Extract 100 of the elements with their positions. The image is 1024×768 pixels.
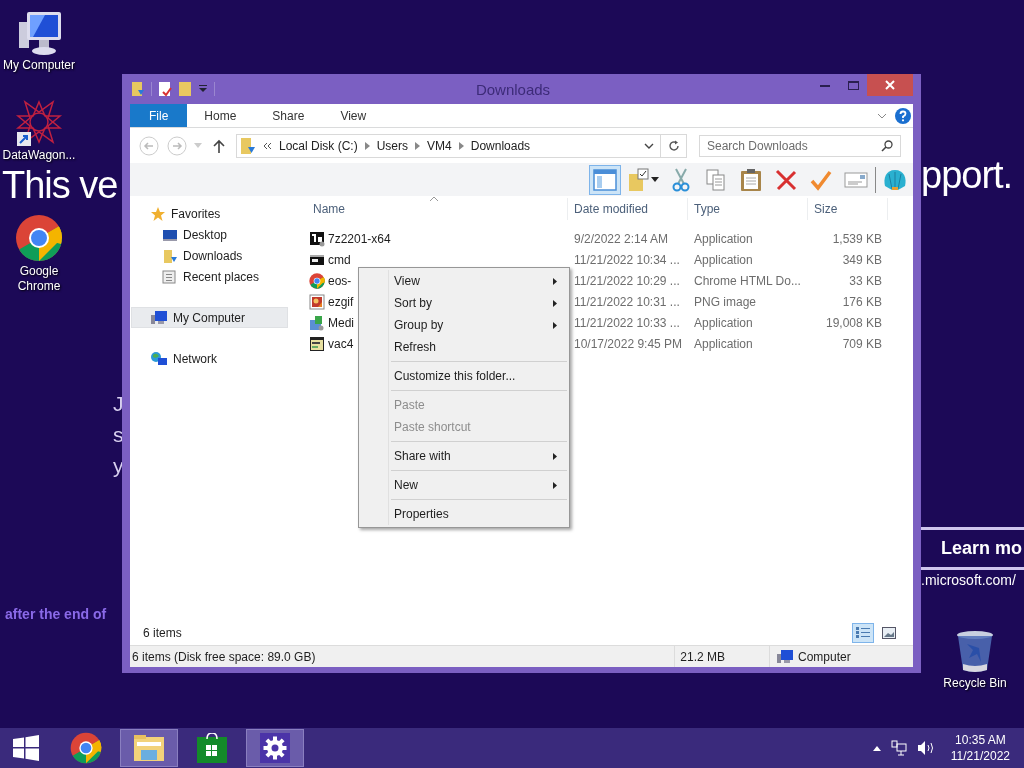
taskbar-button[interactable] [120,729,178,767]
file-name[interactable]: 7z2201-x64 [328,231,391,246]
computer-icon [150,309,168,326]
show-hidden-icons-icon[interactable] [872,745,881,751]
breadcrumb-arrow-icon[interactable] [458,141,464,150]
menu-item[interactable]: Customize this folder... [361,365,567,387]
window-title: Downloads [475,80,551,98]
column-header[interactable]: Name [307,198,568,220]
table-cell-text: 10/17/2022 9:45 PM [573,336,684,351]
chrome-icon [70,732,102,764]
ribbon-tab[interactable]: Home [189,104,252,127]
network-icon[interactable] [890,740,907,756]
close-icon [885,80,895,90]
breadcrumb[interactable]: Users [376,138,409,153]
column-header[interactable]: Date modified [568,198,688,220]
menu-item[interactable]: View [361,270,567,292]
network-icon [150,350,168,367]
windows-logo-icon [13,735,39,761]
preview-pane-icon [593,168,617,191]
wallpaper-headline: pport. [921,154,1013,196]
folder-icon [178,81,192,97]
help-icon[interactable] [895,107,911,124]
ribbon-tab[interactable]: View [325,104,382,127]
address-bar[interactable]: Local Disk (C:) Users VM4 Downloads [236,133,661,158]
properties-icon [158,81,172,97]
table-cell-text: 1,539 KB [831,231,883,246]
sort-caret-icon [430,196,438,201]
up-arrow-icon [213,138,225,153]
minimize-icon [820,83,830,87]
menu-item[interactable]: Sort by [361,292,567,314]
desktop-shortcut[interactable]: Google Chrome [0,214,79,294]
maximize-icon [847,80,859,90]
download-folder-icon [162,247,178,264]
column-header[interactable]: Size [808,198,888,220]
desktop-shortcut[interactable]: DataWagon... [0,100,79,163]
nav-item[interactable]: Network [131,348,288,369]
caret-down-icon [651,177,659,182]
table-cell-text: 349 KB [841,252,883,267]
file-name[interactable]: eos- [328,273,352,288]
search-icon [881,139,893,152]
wallpaper-text: y [113,453,124,479]
star-icon [150,205,166,222]
ribbon-tab[interactable]: Share [257,104,320,127]
menu-item[interactable]: Group by [361,314,567,336]
nav-item[interactable]: Desktop [131,224,288,245]
details-view-button[interactable] [852,623,874,643]
table-cell-text: PNG image [693,294,758,309]
scissors-icon [672,167,690,192]
recent-places-icon [162,268,178,285]
chevron-down-icon[interactable] [644,142,654,149]
breadcrumb-arrow-icon[interactable] [364,141,370,150]
image-icon [882,627,896,639]
status-size: 21.2 MB [675,646,770,667]
table-cell-text: Application [693,231,754,246]
card-icon [844,170,868,189]
double-chevron-icon [263,141,272,150]
file-name[interactable]: vac4 [328,336,354,351]
breadcrumb[interactable]: Local Disk (C:) [279,138,358,153]
menu-item[interactable]: New [361,474,567,496]
nav-item[interactable]: Downloads [131,245,288,266]
nav-item[interactable]: Recent places [131,266,288,287]
volume-icon[interactable] [916,740,935,756]
table-cell-text: Application [693,315,754,330]
breadcrumb-arrow-icon[interactable] [415,141,421,150]
refresh-icon [667,139,680,152]
breadcrumb[interactable]: VM4 [427,138,452,153]
shortcut-label: Google Chrome [16,264,62,294]
wallpaper-text: J [113,391,124,417]
desktop-shortcut[interactable]: Recycle Bin [935,630,1015,691]
shortcut-label: My Computer [2,58,76,73]
status-location: Computer [798,649,851,664]
file-name[interactable]: Medi [328,315,354,330]
installer-icon [309,314,325,331]
copy-icon [706,168,726,191]
item-count: 6 items [143,626,182,640]
wallpaper-text: s [113,422,124,448]
search-field[interactable]: Search Downloads [699,134,901,157]
nav-item[interactable]: Favorites [131,203,288,224]
file-name[interactable]: ezgif [328,294,354,309]
file-menu-tab[interactable]: File [130,104,188,127]
close-button[interactable] [867,74,913,96]
file-name[interactable]: cmd [328,252,351,267]
breadcrumb[interactable]: Downloads [470,138,531,153]
toolbar-button[interactable] [589,164,621,195]
download-folder-icon [240,136,256,155]
chrome-icon [309,272,325,289]
refresh-button[interactable] [661,133,687,158]
desktop-shortcut[interactable]: My Computer [0,10,79,73]
star-burst-icon [15,100,63,146]
status-summary: 6 items (Disk free space: 89.0 GB) [130,646,675,667]
menu-item[interactable]: Share with [361,445,567,467]
column-header[interactable]: Type [688,198,808,220]
taskbar-button[interactable] [246,729,304,767]
nav-item[interactable]: My Computer [131,307,288,328]
menu-item[interactable]: Refresh [361,336,567,358]
clock[interactable]: 10:35 AM 11/21/2022 [950,732,1010,764]
program-window-icon [309,335,325,352]
menu-item[interactable]: Properties [361,503,567,525]
shortcut-label: Recycle Bin [942,676,1008,691]
clipboard-icon [740,167,762,192]
